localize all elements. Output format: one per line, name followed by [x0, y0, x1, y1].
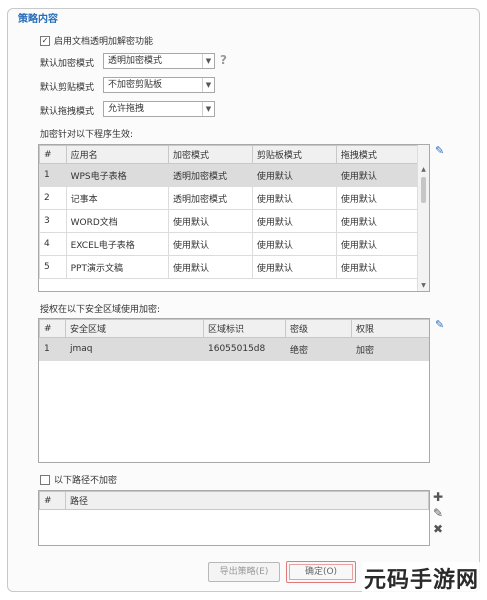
table-cell: 使用默认: [251, 186, 337, 210]
table-cell: 透明加密模式: [167, 186, 253, 210]
clipboard-mode-label: 默认剪贴模式: [40, 83, 95, 93]
exclude-paths-grid: # 路径: [39, 491, 429, 510]
exclude-paths-checkbox-row[interactable]: 以下路径不加密: [40, 473, 117, 486]
table-row[interactable]: 1 jmaq 16055015d8 绝密 加密: [39, 337, 429, 361]
table-cell: 加密: [351, 337, 429, 361]
zones-label: 授权在以下安全区域使用加密:: [40, 305, 161, 315]
watermark-logo: 元码手游网: [361, 562, 481, 594]
table-row[interactable]: 5 PPT演示文稿 使用默认 使用默认 使用默认: [39, 255, 429, 279]
edit-pencil-icon[interactable]: ✎: [435, 144, 444, 157]
column-header[interactable]: 区域标识: [203, 319, 286, 338]
table-cell: 绝密: [285, 337, 352, 361]
table-cell: 1: [39, 337, 66, 361]
enable-encryption-checkbox-row[interactable]: ✓ 启用文档透明加解密功能: [40, 34, 153, 47]
exclude-paths-checkbox[interactable]: [40, 474, 50, 485]
table-cell: WORD文档: [65, 209, 169, 233]
exclude-paths-label: 以下路径不加密: [54, 476, 118, 486]
table-row[interactable]: 2 记事本 透明加密模式 使用默认 使用默认: [39, 186, 429, 210]
table-cell: jmaq: [65, 337, 204, 361]
table-cell: 使用默认: [251, 232, 337, 256]
zones-header-row: # 安全区域 区域标识 密级 权限: [39, 319, 429, 338]
table-cell: 使用默认: [251, 163, 337, 187]
table-row[interactable]: 1 WPS电子表格 透明加密模式 使用默认 使用默认: [39, 163, 429, 187]
zones-table[interactable]: # 安全区域 区域标识 密级 权限 1 jmaq 16055015d8 绝密 加…: [38, 318, 430, 463]
chevron-down-icon: ▼: [202, 78, 214, 92]
table-cell: EXCEL电子表格: [65, 232, 169, 256]
table-cell: 5: [39, 255, 67, 279]
column-header[interactable]: #: [39, 491, 66, 510]
add-icon[interactable]: ✚: [433, 490, 443, 504]
section-title: 策略内容: [18, 14, 58, 25]
column-header[interactable]: 安全区域: [65, 319, 204, 338]
export-policy-button[interactable]: 导出策略(E): [208, 562, 280, 582]
table-cell: 使用默认: [335, 163, 429, 187]
encrypt-mode-value: 透明加密模式: [108, 56, 163, 66]
column-header[interactable]: 拖拽模式: [335, 145, 429, 164]
exclude-header-row: # 路径: [39, 491, 429, 510]
column-header[interactable]: 剪贴板模式: [251, 145, 337, 164]
enable-encryption-checkbox[interactable]: ✓: [40, 35, 50, 46]
table-cell: 1: [39, 163, 67, 187]
delete-icon[interactable]: ✖: [433, 522, 443, 536]
column-header[interactable]: 密级: [285, 319, 352, 338]
table-cell: 4: [39, 232, 67, 256]
clipboard-mode-select[interactable]: 不加密剪贴板 ▼: [103, 77, 215, 93]
column-header[interactable]: 加密模式: [167, 145, 253, 164]
scroll-down-icon[interactable]: ▼: [418, 281, 429, 291]
scroll-up-icon[interactable]: ▲: [418, 165, 429, 175]
drag-mode-label: 默认拖拽模式: [40, 107, 95, 117]
chevron-down-icon: ▼: [202, 54, 214, 68]
programs-grid: # 应用名 加密模式 剪贴板模式 拖拽模式 1 WPS电子表格 透明加密模式 使…: [39, 145, 429, 279]
column-header[interactable]: #: [39, 319, 66, 338]
table-cell: 使用默认: [335, 255, 429, 279]
scroll-thumb[interactable]: [421, 177, 426, 203]
table-cell: 2: [39, 186, 67, 210]
table-cell: 3: [39, 209, 67, 233]
table-cell: 使用默认: [167, 209, 253, 233]
programs-label: 加密针对以下程序生效:: [40, 130, 134, 140]
table-cell: 使用默认: [167, 255, 253, 279]
encrypt-mode-select[interactable]: 透明加密模式 ▼: [103, 53, 215, 69]
table-cell: 使用默认: [335, 209, 429, 233]
table-cell: 使用默认: [167, 232, 253, 256]
table-cell: 使用默认: [251, 255, 337, 279]
table-row[interactable]: 3 WORD文档 使用默认 使用默认 使用默认: [39, 209, 429, 233]
enable-encryption-label: 启用文档透明加解密功能: [54, 37, 154, 47]
table-cell: 透明加密模式: [167, 163, 253, 187]
clipboard-mode-value: 不加密剪贴板: [108, 80, 163, 90]
question-icon[interactable]: ?: [220, 53, 227, 67]
exclude-paths-table[interactable]: # 路径: [38, 490, 430, 546]
table-cell: 使用默认: [335, 186, 429, 210]
column-header[interactable]: 路径: [65, 491, 429, 510]
programs-header-row: # 应用名 加密模式 剪贴板模式 拖拽模式: [39, 145, 429, 164]
edit-pencil-icon[interactable]: ✎: [433, 506, 443, 520]
drag-mode-select[interactable]: 允许拖拽 ▼: [103, 101, 215, 117]
ok-button-label: 确定(O): [289, 564, 353, 580]
table-cell: PPT演示文稿: [65, 255, 169, 279]
table-cell: 使用默认: [251, 209, 337, 233]
table-cell: 记事本: [65, 186, 169, 210]
column-header[interactable]: #: [39, 145, 67, 164]
drag-mode-value: 允许拖拽: [108, 104, 145, 114]
table-row[interactable]: 4 EXCEL电子表格 使用默认 使用默认 使用默认: [39, 232, 429, 256]
chevron-down-icon: ▼: [202, 102, 214, 116]
exclude-actions: ✚ ✎ ✖: [433, 490, 443, 536]
zones-grid: # 安全区域 区域标识 密级 权限 1 jmaq 16055015d8 绝密 加…: [39, 319, 429, 361]
edit-pencil-icon[interactable]: ✎: [435, 318, 444, 331]
table-cell: WPS电子表格: [65, 163, 169, 187]
programs-scrollbar[interactable]: ▲ ▼: [417, 145, 429, 291]
encrypt-mode-label: 默认加密模式: [40, 59, 95, 69]
table-cell: 16055015d8: [203, 337, 286, 361]
column-header[interactable]: 权限: [351, 319, 429, 338]
programs-table[interactable]: # 应用名 加密模式 剪贴板模式 拖拽模式 1 WPS电子表格 透明加密模式 使…: [38, 144, 430, 292]
ok-button[interactable]: 确定(O): [286, 561, 356, 583]
table-cell: 使用默认: [335, 232, 429, 256]
column-header[interactable]: 应用名: [65, 145, 169, 164]
